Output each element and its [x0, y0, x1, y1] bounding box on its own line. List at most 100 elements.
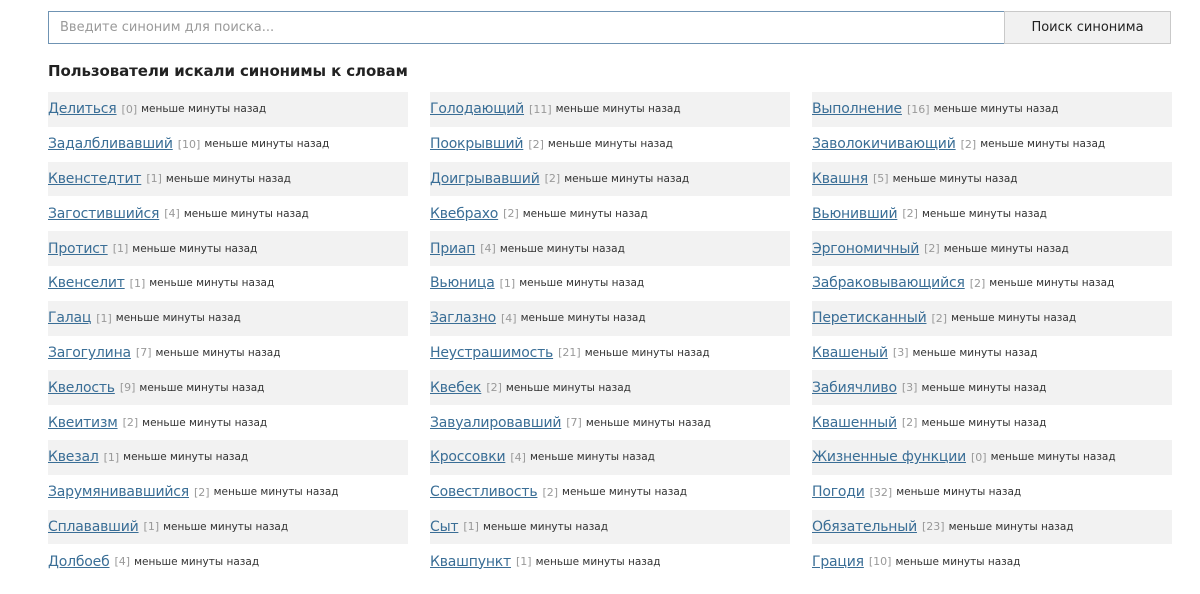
- synonym-link[interactable]: Приап: [430, 241, 475, 257]
- synonym-link[interactable]: Кроссовки: [430, 449, 506, 465]
- synonym-link[interactable]: Неустрашимость: [430, 345, 553, 361]
- synonym-link[interactable]: Квелость: [48, 380, 115, 396]
- search-time: меньше минуты назад: [933, 103, 1059, 116]
- list-item: Кроссовки [4] меньше минуты назад: [430, 439, 790, 475]
- synonym-link[interactable]: Погоди: [812, 484, 865, 500]
- search-count: [1]: [112, 242, 129, 256]
- synonym-link[interactable]: Квебек: [430, 380, 482, 396]
- synonym-link[interactable]: Квашенный: [812, 415, 897, 431]
- search-count: [2]: [542, 485, 559, 499]
- synonym-link[interactable]: Квашня: [812, 171, 868, 187]
- synonym-link[interactable]: Квебрахо: [430, 206, 498, 222]
- search-count: [4]: [114, 555, 131, 569]
- search-time: меньше минуты назад: [139, 381, 265, 394]
- list-item: Загостившийся [4] меньше минуты назад: [48, 196, 408, 231]
- synonym-link[interactable]: Совестливость: [430, 484, 538, 500]
- synonym-link[interactable]: Квашпункт: [430, 554, 511, 570]
- synonym-link[interactable]: Грация: [812, 554, 864, 570]
- list-item: Вьюница [1] меньше минуты назад: [430, 266, 790, 301]
- search-bar: Поиск синонима: [48, 11, 1171, 44]
- search-time: меньше минуты назад: [943, 242, 1069, 255]
- search-input[interactable]: [48, 11, 1004, 44]
- search-time: меньше минуты назад: [895, 555, 1021, 568]
- synonym-link[interactable]: Сплававший: [48, 519, 139, 535]
- synonym-link[interactable]: Завуалировавший: [430, 415, 561, 431]
- search-time: меньше минуты назад: [951, 312, 1077, 325]
- search-count: [2]: [544, 172, 561, 186]
- synonym-link[interactable]: Вьюнивший: [812, 206, 898, 222]
- synonym-link[interactable]: Перетисканный: [812, 310, 927, 326]
- synonym-link[interactable]: Квенселит: [48, 275, 125, 291]
- search-time: меньше минуты назад: [165, 172, 291, 185]
- search-time: меньше минуты назад: [115, 312, 241, 325]
- list-item: Делиться [0] меньше минуты назад: [48, 92, 408, 127]
- synonym-link[interactable]: Заволокичивающий: [812, 136, 956, 152]
- list-item: Квеитизм [2] меньше минуты назад: [48, 405, 408, 440]
- synonym-link[interactable]: Забраковывающийся: [812, 275, 965, 291]
- list-item: Долбоеб [4] меньше минуты назад: [48, 544, 408, 579]
- search-time: меньше минуты назад: [921, 381, 1047, 394]
- column-3: Выполнение [16] меньше минуты назад Заволок…: [812, 92, 1194, 579]
- list-item: Погоди [32] меньше минуты назад: [812, 475, 1172, 510]
- list-item: Загогулина [7] меньше минуты назад: [48, 336, 408, 371]
- search-count: [1]: [146, 172, 162, 186]
- synonym-link[interactable]: Задалбливавший: [48, 136, 173, 152]
- list-item: Зарумянивавшийся [2] меньше минуты назад: [48, 475, 408, 510]
- search-count: [1]: [515, 555, 532, 569]
- synonym-link[interactable]: Вьюница: [430, 275, 495, 291]
- list-item: Завуалировавший [7] меньше минуты назад: [430, 405, 790, 440]
- synonym-link[interactable]: Квашеный: [812, 345, 888, 361]
- list-item: Галац [1] меньше минуты назад: [48, 300, 408, 336]
- search-time: меньше минуты назад: [499, 242, 625, 255]
- search-time: меньше минуты назад: [505, 381, 631, 394]
- list-item: Совестливость [2] меньше минуты назад: [430, 475, 790, 510]
- synonym-link[interactable]: Сыт: [430, 519, 459, 535]
- synonym-link[interactable]: Эргономичный: [812, 241, 919, 257]
- synonym-link[interactable]: Делиться: [48, 101, 117, 117]
- synonym-link[interactable]: Заглазно: [430, 310, 496, 326]
- search-time: меньше минуты назад: [555, 103, 681, 116]
- search-time: меньше минуты назад: [948, 520, 1074, 533]
- search-count: [2]: [122, 416, 139, 430]
- synonym-link[interactable]: Квеитизм: [48, 415, 118, 431]
- search-count: [5]: [872, 172, 889, 186]
- synonym-link[interactable]: Протист: [48, 241, 108, 257]
- search-count: [11]: [529, 102, 552, 116]
- synonym-link[interactable]: Голодающий: [430, 101, 524, 117]
- synonym-link[interactable]: Забиячливо: [812, 380, 897, 396]
- search-count: [2]: [924, 242, 940, 256]
- list-item: Квезал [1] меньше минуты назад: [48, 439, 408, 475]
- synonym-link[interactable]: Долбоеб: [48, 554, 110, 570]
- search-button[interactable]: Поиск синонима: [1004, 11, 1171, 44]
- synonym-link[interactable]: Жизненные функции: [812, 449, 966, 465]
- search-time: меньше минуты назад: [585, 416, 711, 429]
- synonym-link[interactable]: Квезал: [48, 449, 99, 465]
- synonym-link[interactable]: Квенстедтит: [48, 171, 142, 187]
- synonym-link[interactable]: Загогулина: [48, 345, 131, 361]
- search-count: [1]: [129, 276, 146, 290]
- list-item: Квашеный [3] меньше минуты назад: [812, 336, 1172, 371]
- list-item: Задалбливавший [10] меньше минуты назад: [48, 127, 408, 162]
- synonym-link[interactable]: Выполнение: [812, 101, 902, 117]
- section-title: Пользователи искали синонимы к словам: [48, 62, 408, 80]
- search-count: [10]: [868, 555, 892, 569]
- search-count: [7]: [135, 346, 152, 360]
- synonym-link[interactable]: Галац: [48, 310, 91, 326]
- synonym-link[interactable]: Обязательный: [812, 519, 917, 535]
- search-count: [2]: [528, 137, 544, 151]
- search-count: [4]: [501, 311, 517, 325]
- synonym-link[interactable]: Загостившийся: [48, 206, 159, 222]
- search-time: меньше минуты назад: [535, 555, 661, 568]
- search-time: меньше минуты назад: [989, 277, 1115, 290]
- list-item: Забраковывающийся [2] меньше минуты назад: [812, 266, 1172, 301]
- list-item: Эргономичный [2] меньше минуты назад: [812, 231, 1172, 266]
- list-item: Квашпункт [1] меньше минуты назад: [430, 544, 790, 579]
- search-time: меньше минуты назад: [990, 451, 1116, 464]
- search-count: [1]: [143, 520, 160, 534]
- search-time: меньше минуты назад: [149, 277, 275, 290]
- search-time: меньше минуты назад: [547, 138, 673, 151]
- synonym-link[interactable]: Доигрывавший: [430, 171, 540, 187]
- list-item: Голодающий [11] меньше минуты назад: [430, 92, 790, 127]
- synonym-link[interactable]: Зарумянивавшийся: [48, 484, 189, 500]
- synonym-link[interactable]: Поокрывший: [430, 136, 524, 152]
